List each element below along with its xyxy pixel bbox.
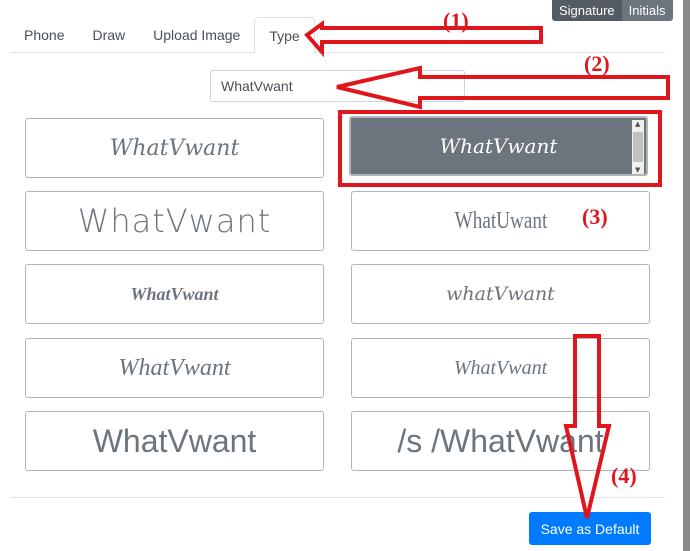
annotation-label-2: (2) [584, 51, 610, 76]
arrow-annotation-1 [304, 20, 543, 58]
annotation-label-4: (4) [611, 463, 637, 488]
arrow-annotation-4 [563, 334, 612, 519]
selection-highlight [338, 110, 662, 187]
arrow-annotation-2 [336, 65, 670, 110]
annotation-label-3: (3) [582, 204, 608, 229]
annotation-overlay [304, 20, 670, 519]
annotation-label-1: (1) [443, 8, 469, 33]
